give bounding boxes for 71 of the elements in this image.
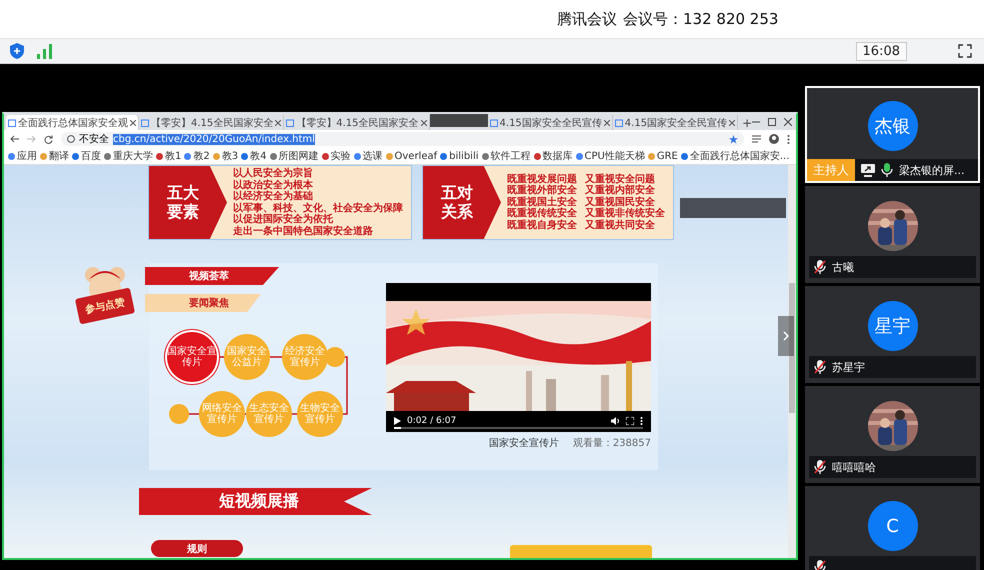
banner-line: 既重视传统安全 [507, 208, 577, 220]
participant-tile[interactable]: 嘻嘻嘻哈 [805, 386, 980, 483]
participant-tile[interactable]: C [805, 486, 980, 570]
section-ribbon[interactable]: 视频荟萃 [145, 267, 279, 285]
banner-line: 走出一条中国特色国家安全道路 [233, 226, 374, 237]
banner-line: 既重视自身安全 [507, 220, 577, 232]
avatar: C [868, 501, 918, 551]
participant-name: 苏星宇 [832, 360, 865, 374]
bookmark[interactable]: 应用 [8, 149, 37, 163]
bookmark[interactable]: Overleaf [386, 150, 438, 162]
bookmark[interactable]: 全面践行总体国家安... [680, 149, 790, 163]
bookmark[interactable]: CPU性能天梯 [576, 149, 645, 163]
browser-tab[interactable]: 4.15国家安全全民宣传 [612, 115, 738, 130]
bookmark[interactable]: 教1 [156, 149, 182, 163]
bookmark[interactable]: 翻译 [40, 149, 69, 163]
url-text: cbg.cn/active/2020/20GuoAn/index.html [113, 134, 315, 144]
banner-heading: 五对关系 [423, 166, 501, 239]
meeting-id: 会议号：132 820 253 [623, 10, 778, 28]
new-tab-button[interactable]: + [742, 116, 752, 130]
app-title: 腾讯会议 [557, 10, 617, 28]
banner-line: 又重视安全问题 [585, 174, 656, 185]
rules-button[interactable]: 规则 [151, 540, 243, 557]
participant-name: 古曦 [832, 260, 854, 274]
bookmark[interactable]: 软件工程 [482, 149, 531, 163]
banner-line: 以人民安全为宗旨 [233, 168, 314, 179]
bookmark[interactable]: 数据库 [534, 149, 573, 163]
bookmark[interactable]: 教2 [184, 149, 210, 163]
video-player[interactable]: 0:02 / 6:07 [386, 283, 651, 432]
participant-name: 梁杰银的屏... [899, 162, 964, 178]
banner-line: 又重视共同安全 [585, 220, 656, 232]
browser-tab[interactable]: 【零安】4.15全民国家安全 [139, 115, 284, 130]
banner-line: 以政治安全为根本 [233, 180, 314, 190]
banner-line: 既重视国土安全 [507, 196, 577, 208]
banner-line: 以促进国际安全为依托 [233, 214, 334, 225]
participant-tile[interactable]: 星宇 苏星宇 [805, 286, 980, 383]
avatar: 杰银 [868, 101, 918, 151]
participant-name: 嘻嘻嘻哈 [832, 460, 876, 474]
section-ribbon[interactable]: 要闻聚焦 [145, 294, 261, 312]
banner-line: 既重视发展问题 [507, 174, 577, 185]
bookmark[interactable]: 教4 [241, 149, 266, 163]
bookmark[interactable]: 选课 [354, 149, 382, 163]
browser-tab[interactable]: 4.15国家安全全民宣传 [488, 115, 613, 130]
bookmark[interactable]: 百度 [72, 149, 101, 163]
security-label: 不安全 [79, 132, 109, 146]
address-bar[interactable]: 不安全 cbg.cn/active/2020/20GuoAn/index.html [61, 132, 744, 146]
view-count: 观看量：238857 [572, 436, 651, 450]
topic-node[interactable]: 国家安全宣传片 [167, 332, 217, 382]
bookmark[interactable]: 重庆大学 [104, 149, 153, 163]
participant-tile[interactable]: 杰银 主持人 梁杰银的屏... [805, 86, 980, 183]
banner-line: 以军事、科技、文化、社会安全为保障 [233, 202, 403, 214]
bookmark[interactable]: 教3 [212, 149, 238, 163]
host-badge: 主持人 [807, 159, 855, 181]
clock-time: 16:08 [856, 42, 907, 60]
bookmark[interactable]: 所图网建 [270, 149, 318, 163]
bookmark[interactable]: 实验 [322, 149, 350, 163]
video-caption: 国家安全宣传片 [489, 436, 559, 450]
section-ribbon: 短视频展播 [139, 488, 372, 515]
banner-line: 又重视内部安全 [585, 185, 656, 196]
banner-line: 又重视国民安全 [585, 196, 655, 208]
participant-tile[interactable]: 古曦 [805, 186, 980, 283]
mascot-sign: 参与点赞 [74, 287, 136, 325]
banner-line: 以经济安全为基础 [233, 191, 314, 202]
video-time: 0:02 / 6:07 [407, 416, 456, 426]
banner-heading: 五大要素 [149, 166, 227, 239]
banner-line: 既重视外部安全 [507, 185, 577, 196]
bookmark[interactable]: bilibili [440, 150, 479, 162]
browser-tab[interactable]: 全面践行总体国家安全观 [6, 115, 139, 130]
browser-tab[interactable]: 【零安】4.15全民国家安全 [284, 115, 430, 130]
banner-line: 又重视非传统安全 [585, 208, 665, 220]
avatar: 星宇 [868, 301, 918, 351]
bookmark[interactable]: GRE [648, 150, 678, 162]
